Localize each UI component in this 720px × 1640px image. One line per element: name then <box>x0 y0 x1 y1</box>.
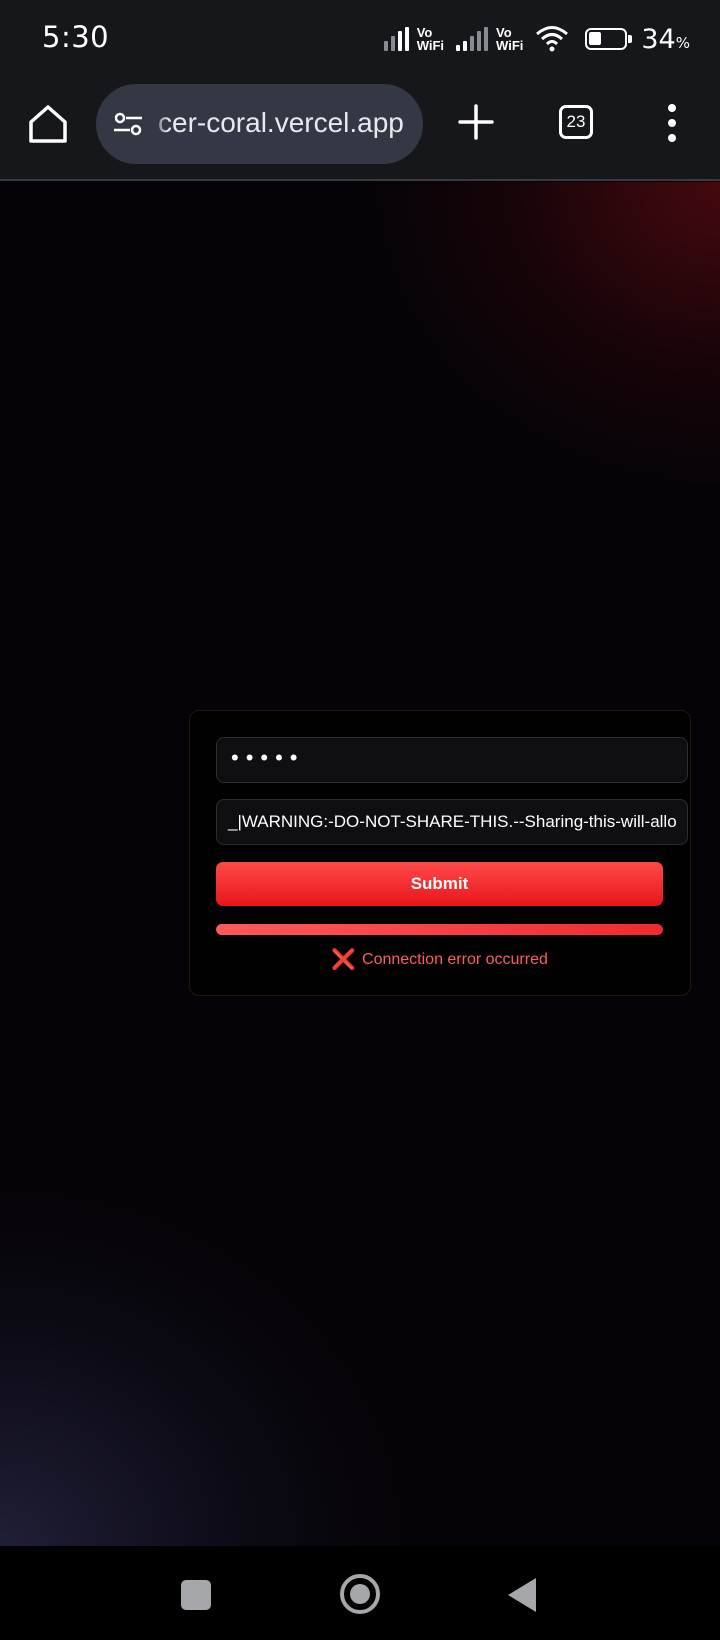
status-bar: 5:30 Vo WiFi Vo WiFi 34% <box>0 0 720 80</box>
browser-toolbar: cer-coral.vercel.app 23 <box>0 80 720 181</box>
address-bar[interactable]: cer-coral.vercel.app <box>96 84 423 164</box>
tab-switcher-button[interactable]: 23 <box>559 105 593 139</box>
url-fade <box>150 84 168 164</box>
battery-icon <box>585 28 633 50</box>
progress-fill <box>216 924 663 935</box>
submit-button[interactable]: Submit <box>216 862 663 906</box>
tab-count: 23 <box>566 112 586 131</box>
key-input[interactable]: _|WARNING:-DO-NOT-SHARE-THIS.--Sharing-t… <box>216 799 688 845</box>
battery-percent: 34% <box>641 23 690 55</box>
back-triangle-icon[interactable] <box>508 1578 536 1612</box>
system-nav-bar <box>0 1546 720 1640</box>
progress-bar <box>216 924 663 935</box>
url-text[interactable]: cer-coral.vercel.app <box>158 107 404 139</box>
more-vert-icon[interactable] <box>662 102 682 144</box>
error-x-icon: ❌ <box>331 949 357 971</box>
battery-level <box>589 32 601 45</box>
wifi-icon <box>536 26 569 52</box>
signal-2-icon <box>456 27 489 51</box>
login-card: ••••• _|WARNING:-DO-NOT-SHARE-THIS.--Sha… <box>189 710 691 996</box>
error-message: ❌ Connection error occurred <box>216 948 663 972</box>
home-circle-icon[interactable] <box>340 1574 380 1614</box>
tune-icon[interactable] <box>112 108 144 140</box>
recents-square-icon[interactable] <box>181 1580 211 1610</box>
password-input[interactable]: ••••• <box>216 737 688 783</box>
home-icon[interactable] <box>26 102 70 146</box>
signal-1-icon <box>383 27 409 51</box>
status-time: 5:30 <box>42 20 110 54</box>
web-page: ••••• _|WARNING:-DO-NOT-SHARE-THIS.--Sha… <box>0 182 720 1546</box>
error-text: Connection error occurred <box>362 951 548 968</box>
vowifi-1-icon: Vo WiFi <box>416 25 445 53</box>
status-icons: Vo WiFi Vo WiFi 34% <box>383 22 690 56</box>
vowifi-2-icon: Vo WiFi <box>496 25 524 53</box>
plus-icon[interactable] <box>456 102 496 142</box>
